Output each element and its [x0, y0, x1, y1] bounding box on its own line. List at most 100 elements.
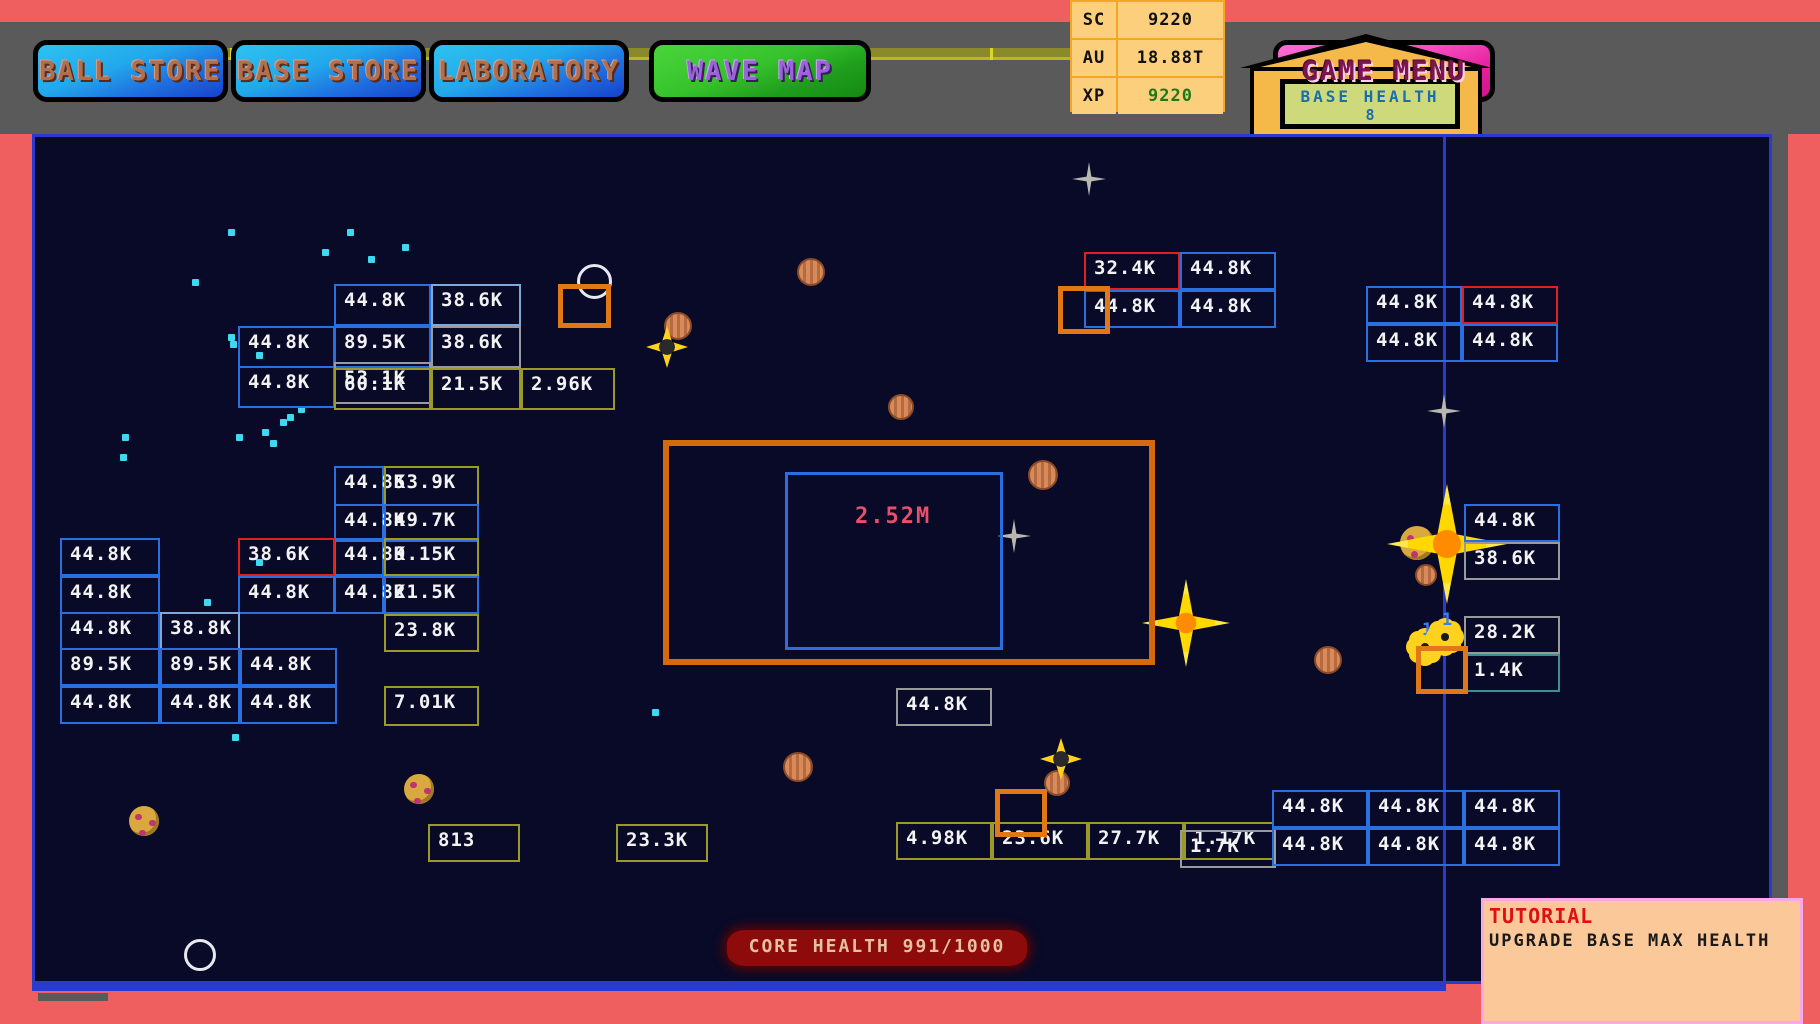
- barrel-enemy[interactable]: [1044, 770, 1070, 796]
- damage-box: 53.9K: [384, 466, 479, 506]
- laboratory-label: LABORATORY: [437, 55, 621, 87]
- laboratory-button[interactable]: LABORATORY: [429, 40, 629, 102]
- damage-box: 44.8K: [334, 576, 405, 614]
- damage-box: 89.5K: [60, 648, 160, 686]
- damage-box: 44.8K: [60, 612, 160, 650]
- damage-box: 49.7K: [384, 504, 479, 542]
- field-bottom-strip: [32, 981, 1446, 991]
- damage-box: 38.6K: [1464, 542, 1560, 580]
- selection-box[interactable]: [995, 789, 1047, 837]
- damage-box: 27.7K: [1088, 822, 1184, 860]
- damage-box: 44.8K: [1366, 324, 1462, 362]
- wave-map-label: WAVE MAP: [686, 55, 834, 87]
- tutorial-panel[interactable]: TUTORIAL UPGRADE BASE MAX HEALTH: [1481, 898, 1803, 1024]
- barrel-enemy[interactable]: [1314, 646, 1342, 674]
- damage-box: 44.8K: [1464, 828, 1560, 866]
- ball-store-label: BALL STORE: [39, 55, 222, 87]
- damage-box: 813: [428, 824, 520, 862]
- resource-row-au: AU 18.88T: [1072, 40, 1223, 76]
- damage-box: 44.8K: [240, 686, 337, 724]
- particle-dot: [322, 249, 329, 256]
- base-store-label: BASE STORE: [237, 55, 420, 87]
- asteroid-enemy[interactable]: [129, 806, 159, 836]
- cog-count: 1: [1442, 610, 1453, 630]
- center-damage-value: 2.52M: [855, 504, 932, 529]
- damage-box: 23.8K: [384, 614, 479, 652]
- damage-box: 44.8K: [1366, 286, 1462, 324]
- damage-box: 44.8K: [240, 648, 337, 686]
- center-blue-zone[interactable]: [785, 472, 1003, 650]
- top-toolbar: BALL STORE BASE STORE LABORATORY WAVE MA…: [0, 22, 1820, 134]
- asteroid-enemy[interactable]: [404, 774, 434, 804]
- selection-box[interactable]: [558, 284, 611, 328]
- damage-box: 44.8K: [1368, 828, 1464, 866]
- particle-dot: [347, 229, 354, 236]
- selection-box[interactable]: [1058, 286, 1110, 334]
- base-health-value: 8: [1365, 106, 1375, 124]
- barrel-enemy[interactable]: [1415, 564, 1437, 586]
- resource-value-au: 18.88T: [1118, 40, 1223, 76]
- right-side-bar: [1772, 134, 1788, 984]
- damage-box: 44.8K: [334, 504, 405, 542]
- wave-tick: [990, 48, 993, 60]
- damage-box: 23.3K: [616, 824, 708, 862]
- damage-box: 21.5K: [384, 576, 479, 614]
- particle-dot: [652, 709, 659, 716]
- damage-box: 44.8K: [238, 366, 335, 408]
- damage-box: 7.01K: [384, 686, 479, 726]
- cog-count: 1: [1422, 620, 1433, 640]
- damage-box: 44.8K: [60, 576, 160, 614]
- damage-box: 4.98K: [896, 822, 992, 860]
- particle-dot: [228, 229, 235, 236]
- particle-dot: [232, 734, 239, 741]
- damage-box: 38.8K: [160, 612, 240, 650]
- damage-box: 38.6K: [238, 538, 335, 576]
- damage-box: 89.5K: [160, 648, 240, 686]
- damage-box: 44.8K: [238, 326, 335, 368]
- damage-box: 44.8K: [334, 538, 405, 576]
- damage-box: 44.8K: [1180, 290, 1276, 328]
- barrel-enemy[interactable]: [797, 258, 825, 286]
- particle-dot: [204, 599, 211, 606]
- damage-box: 44.8K: [60, 686, 160, 724]
- damage-box: 44.8K: [1462, 286, 1558, 324]
- particle-dot: [280, 419, 287, 426]
- particle-dot: [287, 414, 294, 421]
- wave-map-button[interactable]: WAVE MAP: [649, 40, 871, 102]
- tutorial-body: UPGRADE BASE MAX HEALTH: [1489, 931, 1771, 951]
- particle-dot: [402, 244, 409, 251]
- damage-box: 44.8K: [1272, 790, 1368, 828]
- particle-dot: [270, 440, 277, 447]
- ball-store-button[interactable]: BALL STORE: [33, 40, 228, 102]
- ring-ball[interactable]: [184, 939, 216, 971]
- field-bottom-strip-accent: [38, 993, 108, 1001]
- resource-key-sc: SC: [1072, 2, 1116, 38]
- damage-box: 44.8K: [1368, 790, 1464, 828]
- core-health-label: CORE HEALTH 991/1000: [748, 936, 1006, 957]
- damage-box: 1.4K: [1464, 654, 1560, 692]
- game-window: BALL STORE BASE STORE LABORATORY WAVE MA…: [0, 0, 1820, 1024]
- barrel-enemy[interactable]: [888, 394, 914, 420]
- damage-box: 44.8K: [334, 284, 431, 326]
- damage-box: 1.7K: [1180, 830, 1276, 868]
- particle-dot: [192, 279, 199, 286]
- resource-key-xp: XP: [1072, 78, 1116, 114]
- barrel-enemy[interactable]: [783, 752, 813, 782]
- damage-box: 2.96K: [521, 368, 615, 410]
- tutorial-title: TUTORIAL: [1489, 904, 1594, 928]
- damage-box: 9.15K: [384, 538, 479, 576]
- base-store-button[interactable]: BASE STORE: [231, 40, 426, 102]
- damage-box: 44.8K: [1180, 252, 1276, 290]
- selection-box[interactable]: [1416, 646, 1468, 694]
- base-health-screen: BASE HEALTH 8: [1280, 79, 1460, 129]
- resource-row-sc: SC 9220: [1072, 2, 1223, 38]
- resource-panel: SC 9220 AU 18.88T XP 9220: [1070, 0, 1225, 114]
- damage-box: 44.8K: [60, 538, 160, 576]
- resource-row-xp: XP 9220: [1072, 78, 1223, 114]
- damage-box: 44.8K: [238, 576, 335, 614]
- damage-box: 44.8K: [896, 688, 992, 726]
- game-menu-label: GAME MENU: [1301, 55, 1467, 87]
- damage-box: 21.5K: [431, 368, 521, 410]
- damage-box: 38.6K: [431, 284, 521, 326]
- damage-box: 44.8K: [1464, 790, 1560, 828]
